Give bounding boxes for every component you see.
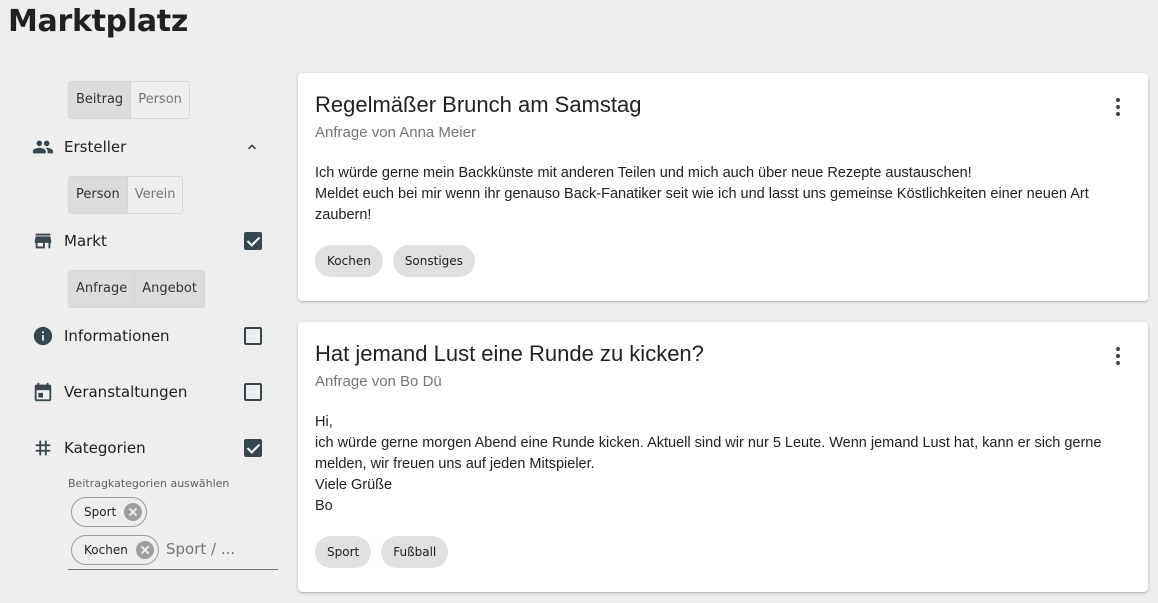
post-subtitle: Anfrage von Bo Dü (315, 373, 442, 390)
kategorien-checkbox[interactable] (244, 439, 262, 457)
remove-chip-icon[interactable] (135, 541, 154, 559)
remove-chip-icon[interactable] (124, 503, 143, 521)
post-title: Hat jemand Lust eine Runde zu kicken? (315, 341, 704, 366)
markt-checkbox[interactable] (244, 232, 262, 250)
filter-veranstaltungen[interactable]: Veranstaltungen (32, 378, 272, 406)
page-title: Marktplatz (8, 4, 188, 39)
post-body: Hi, ich würde gerne morgen Abend eine Ru… (315, 412, 1134, 517)
toggle-beitrag[interactable]: Beitrag (69, 82, 131, 118)
filter-veranstaltungen-label: Veranstaltungen (64, 383, 188, 401)
post-body-line: ich würde gerne morgen Abend eine Runde … (315, 435, 1102, 472)
hashtag-icon (32, 437, 54, 459)
toggle-anfrage[interactable]: Anfrage (69, 271, 135, 307)
post-body-line: Meldet euch bei mir wenn ihr genauso Bac… (315, 186, 1089, 223)
post-body-line: Hi, (315, 414, 333, 430)
chip-label: Kochen (84, 543, 128, 557)
post-tags: Sport Fußball (315, 536, 449, 568)
ersteller-toggle: Person Verein (68, 176, 184, 214)
post-title: Regelmäßer Brunch am Samstag (315, 92, 642, 117)
informationen-checkbox[interactable] (244, 327, 262, 345)
selected-category-chip: Sport (71, 497, 148, 527)
post-body-line: Ich würde gerne mein Backkünste mit ande… (315, 165, 972, 181)
filter-ersteller-label: Ersteller (64, 138, 127, 156)
veranstaltungen-checkbox[interactable] (244, 383, 262, 401)
more-vert-icon[interactable] (1110, 97, 1126, 117)
post-body-line: Viele Grüße (315, 477, 393, 493)
kategorien-hint: Beitragkategorien auswählen (68, 477, 230, 490)
post-card[interactable]: Regelmäßer Brunch am Samstag Anfrage von… (298, 73, 1148, 301)
post-card[interactable]: Hat jemand Lust eine Runde zu kicken? An… (298, 322, 1148, 592)
toggle-person[interactable]: Person (130, 82, 189, 118)
more-vert-icon[interactable] (1110, 346, 1126, 366)
tag-chip[interactable]: Kochen (315, 245, 383, 277)
chip-label: Sport (84, 505, 117, 519)
calendar-icon (32, 381, 54, 403)
markt-toggle: Anfrage Angebot (68, 270, 205, 308)
filter-markt[interactable]: Markt (32, 227, 272, 255)
post-tags: Kochen Sonstiges (315, 245, 475, 277)
filter-ersteller[interactable]: Ersteller (32, 133, 272, 161)
store-icon (32, 230, 54, 252)
selected-category-chip: Kochen (71, 535, 159, 565)
category-search-input[interactable] (166, 540, 276, 558)
filter-informationen-label: Informationen (64, 327, 170, 345)
filter-informationen[interactable]: Informationen (32, 322, 272, 350)
tag-chip[interactable]: Fußball (381, 536, 449, 568)
toggle-angebot[interactable]: Angebot (134, 271, 204, 307)
tag-chip[interactable]: Sonstiges (392, 245, 475, 277)
post-body-line: Bo (315, 498, 333, 514)
filter-markt-label: Markt (64, 232, 107, 250)
post-subtitle: Anfrage von Anna Meier (315, 124, 476, 141)
post-body: Ich würde gerne mein Backkünste mit ande… (315, 163, 1134, 226)
type-toggle: Beitrag Person (68, 81, 190, 119)
chevron-up-icon[interactable] (244, 139, 260, 159)
toggle-ersteller-verein[interactable]: Verein (126, 177, 183, 213)
filter-kategorien-label: Kategorien (64, 439, 146, 457)
people-icon (32, 136, 54, 158)
info-icon (32, 325, 54, 347)
filter-kategorien[interactable]: Kategorien (32, 434, 272, 462)
category-input-underline (68, 569, 278, 570)
tag-chip[interactable]: Sport (315, 536, 372, 568)
toggle-ersteller-person[interactable]: Person (69, 177, 127, 213)
